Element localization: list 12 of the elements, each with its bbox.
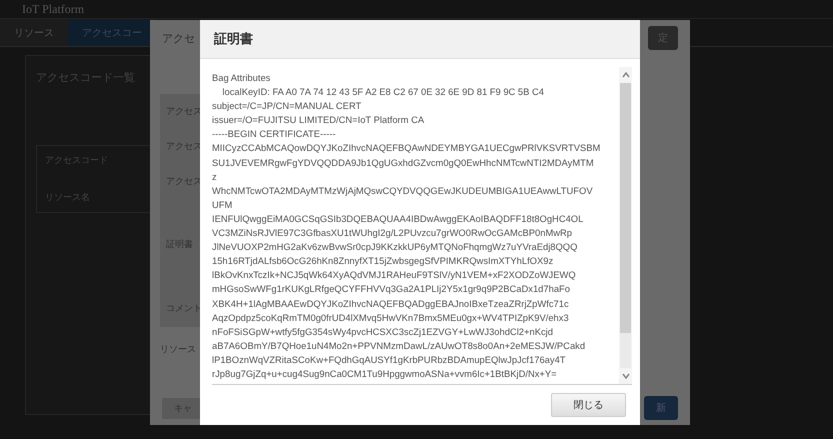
scroll-down-icon[interactable] <box>620 372 630 380</box>
dialog-title: アクセ <box>162 32 195 46</box>
scrollbar[interactable] <box>619 67 632 384</box>
scrollbar-thumb[interactable] <box>620 83 631 333</box>
submit-button[interactable]: 新 <box>644 396 678 420</box>
close-button[interactable]: 閉じる <box>551 393 626 417</box>
nav-tab[interactable]: リソース <box>0 19 68 46</box>
app-brand: IoT Platform <box>22 2 84 16</box>
section-label: リソース <box>160 343 196 356</box>
certificate-text: Bag Attributes localKeyID: FA A0 7A 74 12 43 5F A2 E8 C2 67 0E 32 6E 9D 81 F9 9C 5B C4 subject=/C=JP/CN=MANUAL CERT issuer=/O=FUJITSU LIMITED/CN=IoT Platform CA -----BEGIN CERTIFICATE----- MIICyzCCAbMCAQowDQYJKoZIhvcNAQEFBQAwNDEYMBYGA1UECgwPRlVKSVRTVSBM SU1JVEVEMRgwFgYDVQQDDA9Jb1QgUGxhdGZvcm0gQ0EwHhcNMTcwNTI2MDAyMTM z WhcNMTcwOTA2MDAyMTMzWjAjMQswCQYDVQQGEwJKUDEUMBIGA1UEAwwLTUFOV UFM IENFUlQwggEiMA0GCSqGSIb3DQEBAQUAA4IBDwAwggEKAoIBAQDFF18t8OgHC4OL VC3MZiNsRJVlE97C3GfbasXU1tWUhgI2g/L2PUvzcu7grWO0RwOcGAMcBP0nMwRp JlNeVUOXP2mHG2aKv6zwBvwSr0cpJ9KKzkkUP6yMTQNoFhqmgWz7uYVraEdj8QQQ 15h16RTjdALfsb6OcG26hKn8ZnnyfXT15jZwbsgegSfVPIMKRQwsImXTYhLfOX9z lBkOvKnxTczIk+NCJ5qWk64XyAQdVMJ1RAHeuF9TSlV/yN1VEM+xF2XODZoWJEWQ mHGsoSwWFg1rKUKgLRfgeQCYFFHVVq3Ga2A1PLIj2Y5x1gr9q9P2BCaDx1d7haFo XBK4H+1lAgMBAAEwDQYJKoZIhvcNAQEFBQADggEBAJnoIBxeTzeaZRrjZpWfc71c AqzOpdpz5coKqRmTM0g0frUD4lXMvq5HwVKn7Bmx5MEu0gx+WV4TPIZpK9V/ehx3 nFoFSiSGpW+wtfy5fgG354sWy4pvcHCSXC3scZj1EZVGY+LwWJ3ohdCl2+nKcjd aB7A6OBmY/B7QHoe1uN4Mo2n+PPVNMzmDawL/zAUwOT8s8o0An+2eMESJW/PCakd lP1BOznWqVZRitaSCoKw+FQdhGqAUSYf1gKrbPURbzBDAmupEQlwJpJcf176ay4T rJp8ug7GjZq+u+cug4Sug9nCa0CM1Tu9HpggwmoASNa+vvm6Ic+1BtBKjD/Nx+Y= <box>212 71 602 381</box>
dialog-title: 証明書 <box>214 30 253 48</box>
scroll-up-icon[interactable] <box>620 71 630 79</box>
